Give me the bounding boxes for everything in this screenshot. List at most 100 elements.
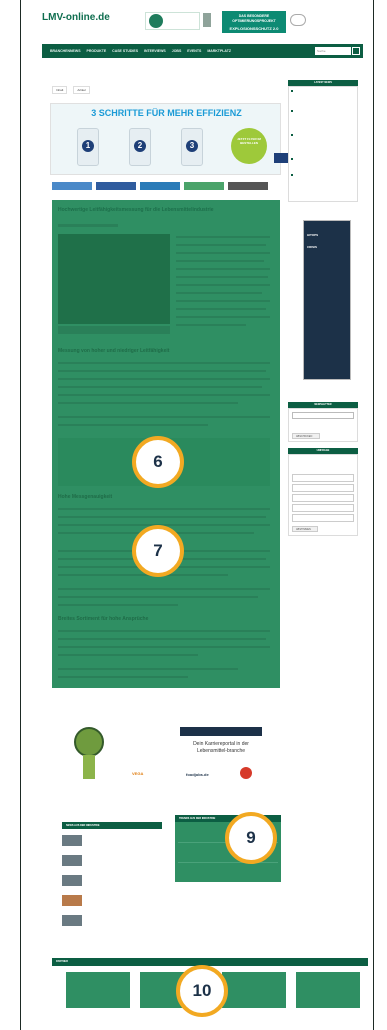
survey-option[interactable] xyxy=(292,494,354,502)
text-line xyxy=(58,416,270,418)
skyscraper-ad[interactable]: HITOPS CRISIS xyxy=(303,220,351,380)
ad-headline: 3 SCHRITTE FÜR MEHR EFFIZIENZ xyxy=(91,108,242,118)
hero-caption xyxy=(58,326,170,334)
text-line xyxy=(58,378,270,380)
sidebar-news-item[interactable] xyxy=(289,107,357,131)
text-link[interactable] xyxy=(58,676,188,678)
text-line xyxy=(58,370,266,372)
text-line xyxy=(58,596,258,598)
newsletter-submit-button[interactable]: ABSCHICKEN xyxy=(292,433,320,439)
foodjobs-ad-bar xyxy=(180,727,262,736)
text-line xyxy=(176,300,270,302)
text-line xyxy=(58,508,270,510)
nav-item-produkte[interactable]: PRODUKTE xyxy=(87,49,107,53)
text-line xyxy=(58,386,262,388)
share-linkedin-button[interactable] xyxy=(140,182,180,190)
text-line xyxy=(176,292,262,294)
text-link[interactable] xyxy=(58,668,238,670)
partner-logo-icon xyxy=(149,14,163,28)
logo-tagline xyxy=(42,24,142,30)
news-row[interactable] xyxy=(62,834,162,848)
foodjobs-ad-text: Dein Karriereportal in der Lebensmittel-… xyxy=(193,741,249,754)
marker-9: 9 xyxy=(225,812,277,864)
sensor-stand-icon xyxy=(83,755,95,779)
news-thumbnail xyxy=(62,895,82,906)
news-thumbnail xyxy=(62,875,82,886)
section-heading: Messung von hoher und niedriger Leitfähi… xyxy=(58,348,170,354)
nav-item-jobs[interactable]: JOBS xyxy=(172,49,182,53)
nav-item-branchennews[interactable]: BRANCHENNEWS xyxy=(50,49,81,53)
survey-vote-button[interactable]: ABSTIMMEN xyxy=(292,526,318,532)
partner-heading: PARTNER xyxy=(52,958,368,966)
section-heading: Breites Sortiment für hohe Ansprüche xyxy=(58,616,149,622)
partner-logo[interactable] xyxy=(296,972,360,1008)
partner-logo[interactable] xyxy=(222,972,286,1008)
share-xing-button[interactable] xyxy=(184,182,224,190)
ad-cta-badge[interactable]: JETZT FLYER IM BESTELLEN xyxy=(231,128,267,164)
main-navigation: BRANCHENNEWS PRODUKTE CASE STUDIES INTER… xyxy=(42,44,363,58)
share-email-button[interactable] xyxy=(228,182,268,190)
news-thumbnail xyxy=(62,915,82,926)
text-line xyxy=(58,424,208,426)
newsletter-box: ABSCHICKEN xyxy=(288,408,358,442)
foodjobs-ad-brand: foodjobs.de xyxy=(186,772,209,777)
step-number: 3 xyxy=(186,140,198,152)
news-row[interactable] xyxy=(62,854,162,868)
foodjobs-ad[interactable]: Dein Karriereportal in der Lebensmittel-… xyxy=(180,727,262,783)
news-row[interactable] xyxy=(62,874,162,888)
partner-logo[interactable] xyxy=(66,972,130,1008)
text-line xyxy=(58,588,270,590)
tab-artikel[interactable]: Artikel xyxy=(73,86,90,94)
trends-divider xyxy=(178,862,278,863)
nav-item-events[interactable]: EVENTS xyxy=(187,49,201,53)
text-line xyxy=(176,236,270,238)
news-row[interactable] xyxy=(62,914,162,928)
text-line xyxy=(176,284,270,286)
text-line xyxy=(176,308,266,310)
news-thumbnail xyxy=(62,835,82,846)
sidebar-news-list xyxy=(288,86,358,202)
sidebar-news-item[interactable] xyxy=(289,171,357,195)
share-facebook-button[interactable] xyxy=(96,182,136,190)
nav-item-case-studies[interactable]: CASE STUDIES xyxy=(112,49,138,53)
text-line xyxy=(58,638,266,640)
site-logo[interactable]: LMV-online.de xyxy=(42,12,110,23)
sidebar-newsletter: NEWSLETTER ABSCHICKEN xyxy=(288,402,358,442)
industry-news-widget: NEWS AUS DER INDUSTRIE xyxy=(62,822,162,829)
newsletter-email-field[interactable] xyxy=(292,412,354,419)
survey-option[interactable] xyxy=(292,474,354,482)
search-icon[interactable] xyxy=(352,47,360,55)
cube-icon xyxy=(203,13,211,27)
share-twitter-button[interactable] xyxy=(52,182,92,190)
key-icon xyxy=(290,14,306,26)
marker-7: 7 xyxy=(132,525,184,577)
survey-option[interactable] xyxy=(292,504,354,512)
nav-item-marktplatz[interactable]: MARKTPLATZ xyxy=(207,49,231,53)
vega-ad[interactable]: VEGA xyxy=(68,725,156,783)
sidebar-news-item[interactable] xyxy=(289,131,357,155)
nav-item-interviews[interactable]: INTERVIEWS xyxy=(144,49,166,53)
section-heading: Hohe Messgenauigkeit xyxy=(58,494,113,500)
step-number: 2 xyxy=(134,140,146,152)
news-thumbnail xyxy=(62,855,82,866)
text-line xyxy=(58,646,270,648)
text-line xyxy=(58,516,266,518)
sidebar-news-item[interactable] xyxy=(289,87,357,107)
marker-10: 10 xyxy=(176,965,228,1017)
survey-question xyxy=(292,458,354,474)
text-line xyxy=(58,362,270,364)
text-line xyxy=(176,316,270,318)
sidebar-news-item[interactable] xyxy=(289,155,357,171)
header-banner-ad[interactable]: DAS BESONDERE OPTIMIERUNGSPROJEKT EXPLOS… xyxy=(222,11,286,33)
survey-option[interactable] xyxy=(292,484,354,492)
text-line xyxy=(58,604,178,606)
article-hero-image[interactable] xyxy=(58,234,170,324)
search-input[interactable]: Suche xyxy=(315,47,351,55)
partner-logo-box[interactable] xyxy=(145,12,200,30)
survey-box: ABSTIMMEN xyxy=(288,454,358,536)
news-row[interactable] xyxy=(62,894,162,908)
efficiency-ad-banner[interactable]: 3 SCHRITTE FÜR MEHR EFFIZIENZ 1 2 3 JETZ… xyxy=(50,103,288,175)
tab-inhalt[interactable]: Inhalt xyxy=(52,86,68,94)
survey-option[interactable] xyxy=(292,514,354,522)
text-line xyxy=(58,574,228,576)
